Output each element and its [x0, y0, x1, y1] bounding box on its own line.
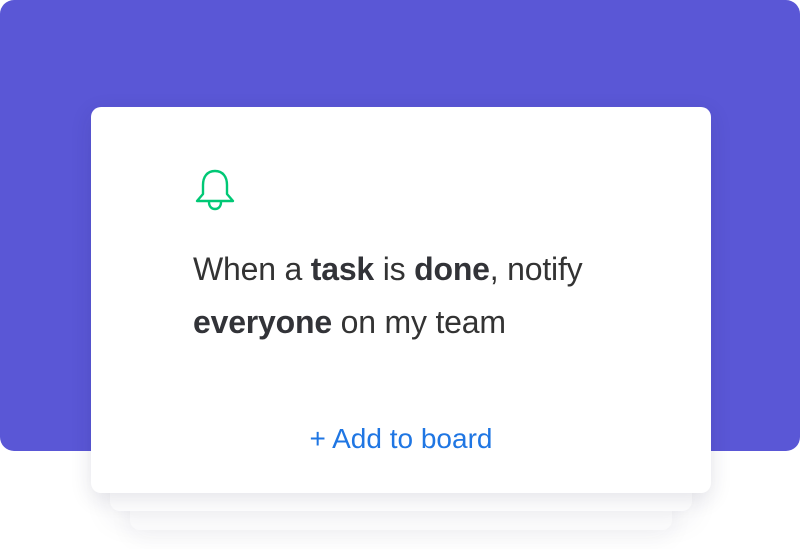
automation-recipe-preview: When a task is done, notify everyone on …: [0, 0, 800, 549]
recipe-recipient: everyone: [193, 304, 332, 340]
bell-icon: [193, 167, 237, 213]
recipe-card: When a task is done, notify everyone on …: [91, 107, 711, 493]
recipe-text-part: When a: [193, 251, 311, 287]
recipe-trigger-item: task: [310, 251, 375, 287]
recipe-text-part: on my team: [331, 304, 506, 340]
add-to-board-button[interactable]: + Add to board: [91, 423, 711, 455]
recipe-text-part: , notify: [489, 251, 583, 287]
recipe-trigger-status: done: [414, 251, 490, 287]
recipe-text-part: is: [374, 251, 415, 287]
recipe-sentence: When a task is done, notify everyone on …: [193, 243, 663, 349]
